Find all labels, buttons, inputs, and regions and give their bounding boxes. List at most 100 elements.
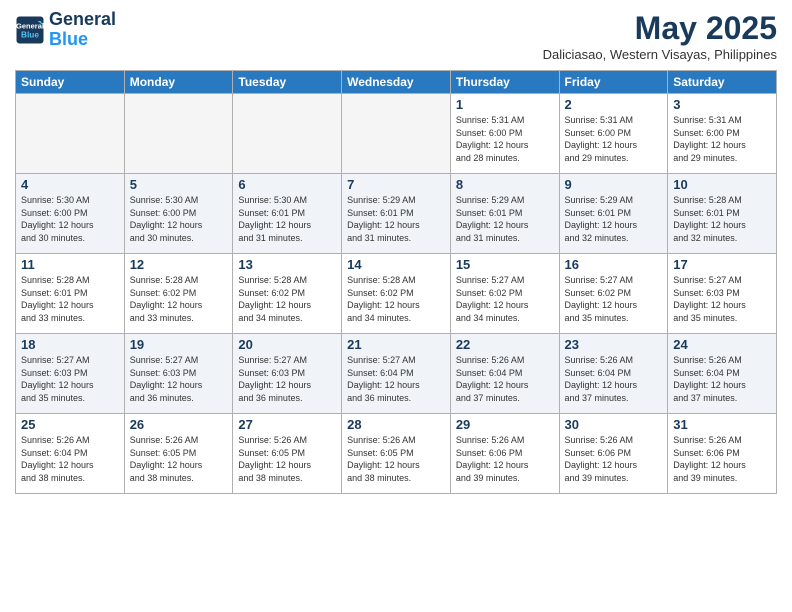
calendar-cell: 30 Sunrise: 5:26 AM Sunset: 6:06 PM Dayli… <box>559 414 668 494</box>
day-number: 5 <box>130 177 228 192</box>
calendar-week-2: 4 Sunrise: 5:30 AM Sunset: 6:00 PM Daylig… <box>16 174 777 254</box>
day-number: 19 <box>130 337 228 352</box>
calendar-week-3: 11 Sunrise: 5:28 AM Sunset: 6:01 PM Dayli… <box>16 254 777 334</box>
page: General Blue General Blue May 2025 Dalic… <box>0 0 792 612</box>
day-info: Sunrise: 5:26 AM Sunset: 6:04 PM Dayligh… <box>673 354 771 404</box>
day-number: 13 <box>238 257 336 272</box>
day-info: Sunrise: 5:27 AM Sunset: 6:02 PM Dayligh… <box>565 274 663 324</box>
day-number: 22 <box>456 337 554 352</box>
calendar-cell: 27 Sunrise: 5:26 AM Sunset: 6:05 PM Dayli… <box>233 414 342 494</box>
day-info: Sunrise: 5:26 AM Sunset: 6:04 PM Dayligh… <box>21 434 119 484</box>
day-info: Sunrise: 5:27 AM Sunset: 6:03 PM Dayligh… <box>130 354 228 404</box>
day-number: 14 <box>347 257 445 272</box>
logo-text: General Blue <box>49 10 116 50</box>
month-title: May 2025 <box>543 10 777 47</box>
logo-line2: Blue <box>49 30 116 50</box>
calendar-cell: 26 Sunrise: 5:26 AM Sunset: 6:05 PM Dayli… <box>124 414 233 494</box>
calendar-cell: 31 Sunrise: 5:26 AM Sunset: 6:06 PM Dayli… <box>668 414 777 494</box>
calendar-cell: 14 Sunrise: 5:28 AM Sunset: 6:02 PM Dayli… <box>342 254 451 334</box>
calendar-cell: 11 Sunrise: 5:28 AM Sunset: 6:01 PM Dayli… <box>16 254 125 334</box>
day-number: 2 <box>565 97 663 112</box>
title-section: May 2025 Daliciasao, Western Visayas, Ph… <box>543 10 777 62</box>
day-info: Sunrise: 5:30 AM Sunset: 6:00 PM Dayligh… <box>130 194 228 244</box>
day-info: Sunrise: 5:31 AM Sunset: 6:00 PM Dayligh… <box>565 114 663 164</box>
header-row: Sunday Monday Tuesday Wednesday Thursday… <box>16 71 777 94</box>
day-info: Sunrise: 5:27 AM Sunset: 6:02 PM Dayligh… <box>456 274 554 324</box>
location: Daliciasao, Western Visayas, Philippines <box>543 47 777 62</box>
calendar-cell: 8Sunrise: 5:29 AM Sunset: 6:01 PM Daylig… <box>450 174 559 254</box>
day-info: Sunrise: 5:31 AM Sunset: 6:00 PM Dayligh… <box>456 114 554 164</box>
logo: General Blue General Blue <box>15 10 116 50</box>
day-info: Sunrise: 5:27 AM Sunset: 6:03 PM Dayligh… <box>673 274 771 324</box>
day-number: 27 <box>238 417 336 432</box>
calendar-cell <box>124 94 233 174</box>
day-number: 1 <box>456 97 554 112</box>
calendar-cell: 24 Sunrise: 5:26 AM Sunset: 6:04 PM Dayli… <box>668 334 777 414</box>
day-info: Sunrise: 5:27 AM Sunset: 6:04 PM Dayligh… <box>347 354 445 404</box>
calendar-cell: 29Sunrise: 5:26 AM Sunset: 6:06 PM Dayli… <box>450 414 559 494</box>
day-info: Sunrise: 5:28 AM Sunset: 6:02 PM Dayligh… <box>130 274 228 324</box>
day-number: 23 <box>565 337 663 352</box>
calendar-table: Sunday Monday Tuesday Wednesday Thursday… <box>15 70 777 494</box>
calendar-cell: 12Sunrise: 5:28 AM Sunset: 6:02 PM Dayli… <box>124 254 233 334</box>
day-number: 26 <box>130 417 228 432</box>
logo-line1: General <box>49 10 116 30</box>
day-number: 28 <box>347 417 445 432</box>
calendar-cell: 19 Sunrise: 5:27 AM Sunset: 6:03 PM Dayli… <box>124 334 233 414</box>
calendar-week-5: 25 Sunrise: 5:26 AM Sunset: 6:04 PM Dayli… <box>16 414 777 494</box>
calendar-cell: 22 Sunrise: 5:26 AM Sunset: 6:04 PM Dayli… <box>450 334 559 414</box>
day-info: Sunrise: 5:27 AM Sunset: 6:03 PM Dayligh… <box>238 354 336 404</box>
day-number: 10 <box>673 177 771 192</box>
day-number: 30 <box>565 417 663 432</box>
col-sunday: Sunday <box>16 71 125 94</box>
day-number: 25 <box>21 417 119 432</box>
day-info: Sunrise: 5:29 AM Sunset: 6:01 PM Dayligh… <box>347 194 445 244</box>
calendar-cell: 17 Sunrise: 5:27 AM Sunset: 6:03 PM Dayli… <box>668 254 777 334</box>
day-info: Sunrise: 5:28 AM Sunset: 6:01 PM Dayligh… <box>21 274 119 324</box>
col-wednesday: Wednesday <box>342 71 451 94</box>
calendar-cell: 9 Sunrise: 5:29 AM Sunset: 6:01 PM Daylig… <box>559 174 668 254</box>
col-monday: Monday <box>124 71 233 94</box>
day-info: Sunrise: 5:26 AM Sunset: 6:06 PM Dayligh… <box>565 434 663 484</box>
day-number: 3 <box>673 97 771 112</box>
svg-text:Blue: Blue <box>21 30 39 39</box>
day-info: Sunrise: 5:26 AM Sunset: 6:04 PM Dayligh… <box>456 354 554 404</box>
day-number: 4 <box>21 177 119 192</box>
day-number: 31 <box>673 417 771 432</box>
day-info: Sunrise: 5:26 AM Sunset: 6:06 PM Dayligh… <box>673 434 771 484</box>
day-number: 17 <box>673 257 771 272</box>
day-info: Sunrise: 5:26 AM Sunset: 6:05 PM Dayligh… <box>130 434 228 484</box>
day-info: Sunrise: 5:28 AM Sunset: 6:02 PM Dayligh… <box>238 274 336 324</box>
calendar-cell: 20 Sunrise: 5:27 AM Sunset: 6:03 PM Dayli… <box>233 334 342 414</box>
calendar-week-1: 1 Sunrise: 5:31 AM Sunset: 6:00 PM Daylig… <box>16 94 777 174</box>
day-number: 20 <box>238 337 336 352</box>
day-info: Sunrise: 5:29 AM Sunset: 6:01 PM Dayligh… <box>565 194 663 244</box>
day-info: Sunrise: 5:29 AM Sunset: 6:01 PM Dayligh… <box>456 194 554 244</box>
calendar-cell: 2 Sunrise: 5:31 AM Sunset: 6:00 PM Daylig… <box>559 94 668 174</box>
day-info: Sunrise: 5:28 AM Sunset: 6:01 PM Dayligh… <box>673 194 771 244</box>
calendar-cell: 5 Sunrise: 5:30 AM Sunset: 6:00 PM Daylig… <box>124 174 233 254</box>
day-number: 11 <box>21 257 119 272</box>
calendar-cell: 25 Sunrise: 5:26 AM Sunset: 6:04 PM Dayli… <box>16 414 125 494</box>
day-number: 9 <box>565 177 663 192</box>
calendar-cell <box>233 94 342 174</box>
day-info: Sunrise: 5:30 AM Sunset: 6:00 PM Dayligh… <box>21 194 119 244</box>
calendar-cell: 18Sunrise: 5:27 AM Sunset: 6:03 PM Dayli… <box>16 334 125 414</box>
day-info: Sunrise: 5:28 AM Sunset: 6:02 PM Dayligh… <box>347 274 445 324</box>
calendar-cell: 3 Sunrise: 5:31 AM Sunset: 6:00 PM Daylig… <box>668 94 777 174</box>
col-thursday: Thursday <box>450 71 559 94</box>
day-info: Sunrise: 5:31 AM Sunset: 6:00 PM Dayligh… <box>673 114 771 164</box>
col-saturday: Saturday <box>668 71 777 94</box>
day-info: Sunrise: 5:26 AM Sunset: 6:05 PM Dayligh… <box>238 434 336 484</box>
calendar-cell: 6Sunrise: 5:30 AM Sunset: 6:01 PM Daylig… <box>233 174 342 254</box>
calendar-cell: 10 Sunrise: 5:28 AM Sunset: 6:01 PM Dayli… <box>668 174 777 254</box>
day-number: 6 <box>238 177 336 192</box>
calendar-cell: 28 Sunrise: 5:26 AM Sunset: 6:05 PM Dayli… <box>342 414 451 494</box>
calendar-cell: 15Sunrise: 5:27 AM Sunset: 6:02 PM Dayli… <box>450 254 559 334</box>
calendar-week-4: 18Sunrise: 5:27 AM Sunset: 6:03 PM Dayli… <box>16 334 777 414</box>
day-info: Sunrise: 5:26 AM Sunset: 6:05 PM Dayligh… <box>347 434 445 484</box>
day-info: Sunrise: 5:26 AM Sunset: 6:06 PM Dayligh… <box>456 434 554 484</box>
calendar-cell <box>16 94 125 174</box>
day-number: 24 <box>673 337 771 352</box>
calendar-header: Sunday Monday Tuesday Wednesday Thursday… <box>16 71 777 94</box>
